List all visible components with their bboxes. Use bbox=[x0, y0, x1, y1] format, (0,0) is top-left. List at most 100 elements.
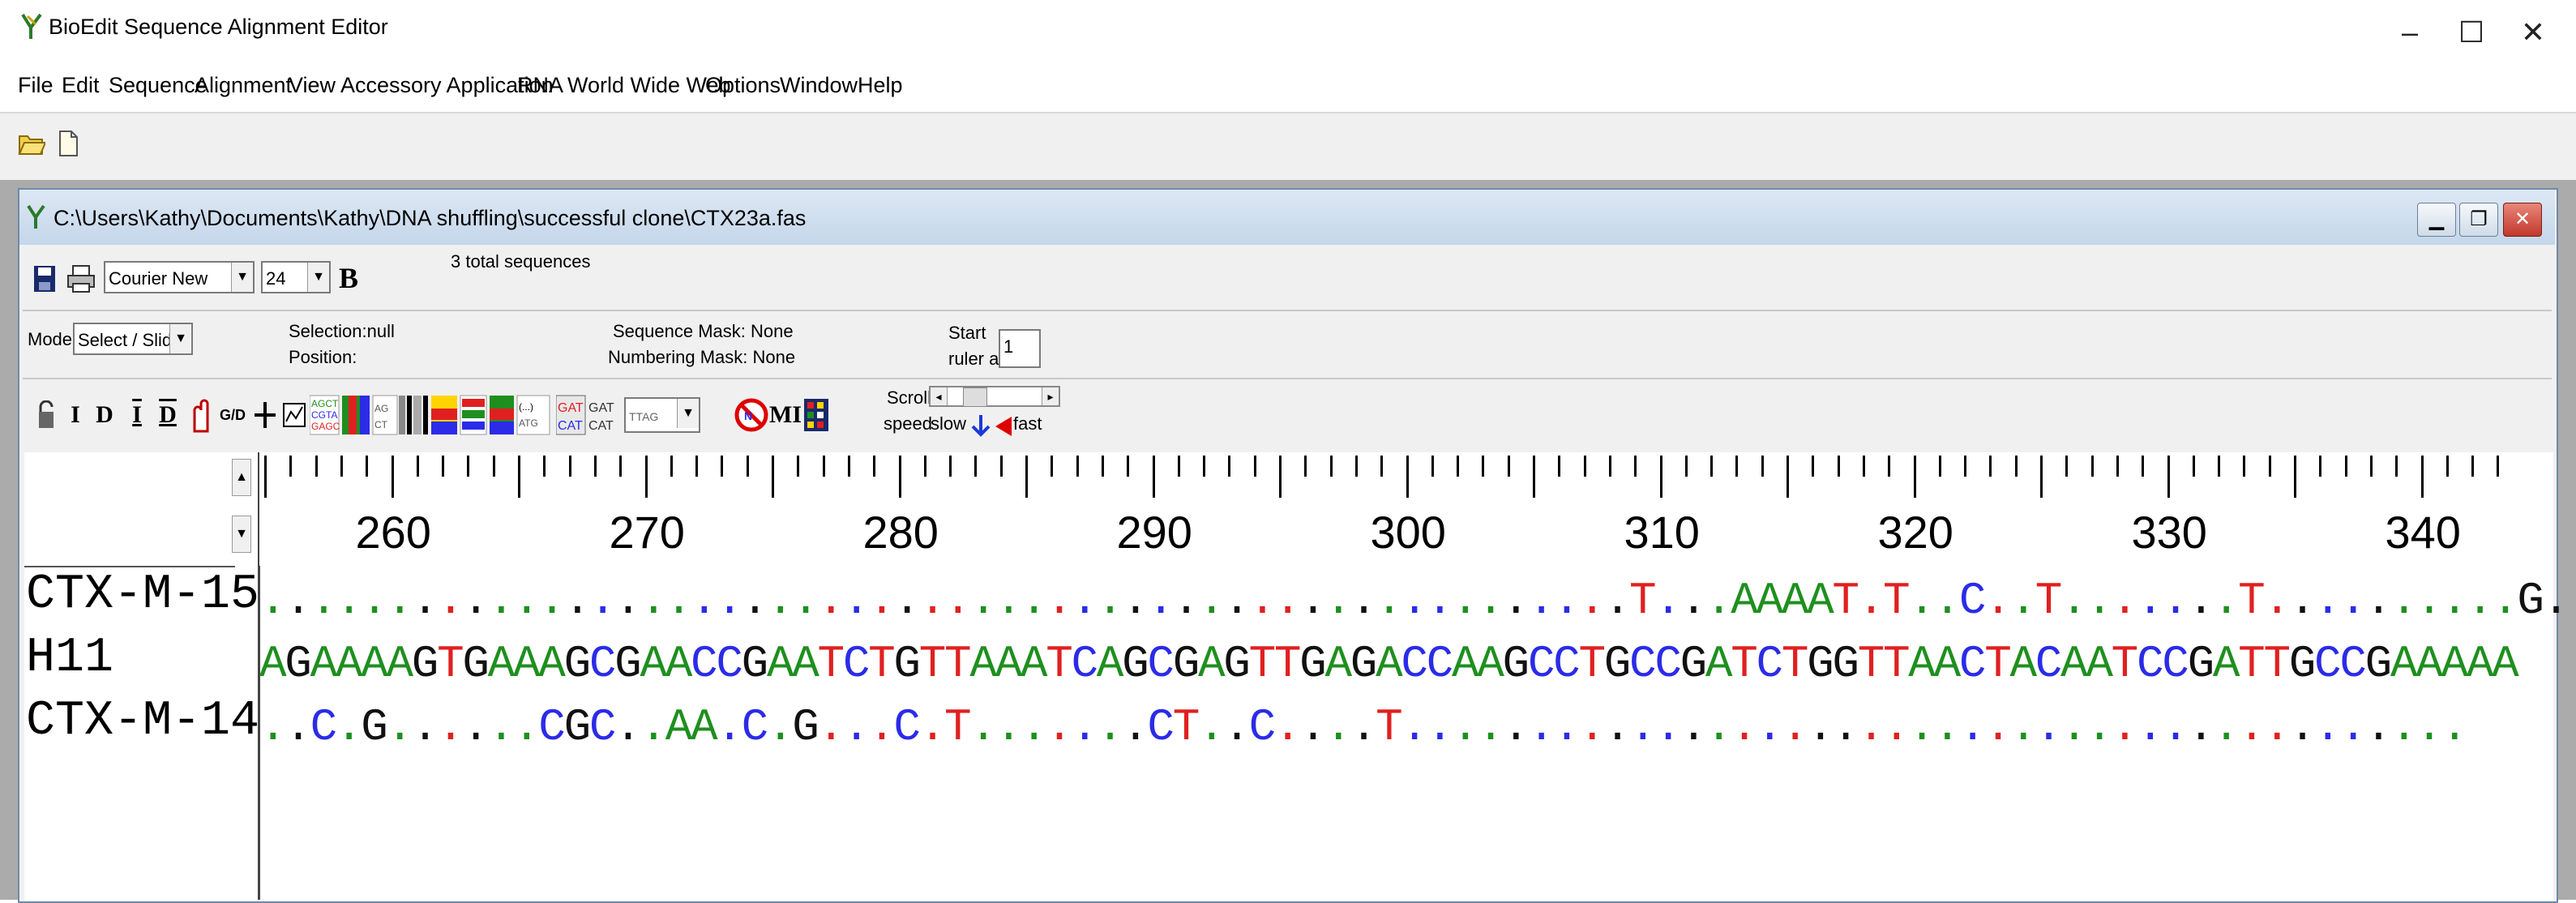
residue: . bbox=[995, 575, 1023, 627]
residue: T bbox=[2111, 638, 2139, 690]
residue: C bbox=[1147, 701, 1175, 753]
ruler-tick bbox=[1837, 456, 1840, 477]
color-scheme-icons[interactable]: AGCTCGTAGAGC AGCT (...)ATG bbox=[310, 394, 553, 436]
residue: . bbox=[2288, 575, 2317, 627]
menu-window[interactable]: Window bbox=[780, 73, 858, 98]
ruler-tick bbox=[923, 456, 926, 477]
residue: G bbox=[614, 638, 642, 690]
matrix-plot-icon[interactable] bbox=[802, 397, 830, 433]
menu-edit[interactable]: Edit bbox=[62, 73, 100, 98]
cursor-crosshair-icon[interactable] bbox=[253, 400, 277, 430]
child-minimize-button[interactable]: ▁ bbox=[2417, 203, 2456, 237]
ruler-tick bbox=[1457, 456, 1460, 477]
scroll-speed-thumb[interactable] bbox=[963, 387, 987, 407]
delete-gap-column-button[interactable]: D bbox=[156, 392, 180, 438]
ruler-tick bbox=[1659, 456, 1662, 498]
menu-view[interactable]: View bbox=[289, 73, 336, 98]
ruler-tick bbox=[822, 456, 825, 477]
residue: . bbox=[1122, 701, 1149, 753]
residue: . bbox=[1273, 575, 1302, 627]
close-button[interactable]: ✕ bbox=[2497, 8, 2570, 57]
scroll-speed-slider[interactable]: ◂ ▸ bbox=[929, 386, 1060, 407]
font-name-select[interactable]: Courier New ▼ bbox=[104, 261, 255, 293]
new-document-icon[interactable] bbox=[57, 130, 79, 157]
sequence-name[interactable]: CTX-M-15 bbox=[26, 567, 259, 623]
lock-icon[interactable] bbox=[37, 400, 55, 430]
sequence-row[interactable]: ..C.G......CGC..AA.C.G...C.T.......CT..C… bbox=[259, 697, 2468, 757]
ruler-tick bbox=[2319, 456, 2322, 477]
print-icon[interactable] bbox=[66, 264, 96, 293]
child-close-button[interactable]: ✕ bbox=[2503, 203, 2542, 237]
residue: . bbox=[1223, 575, 1251, 627]
residue: . bbox=[2390, 575, 2418, 627]
residue: . bbox=[1857, 575, 1885, 627]
ruler-tick bbox=[1608, 456, 1611, 477]
mode-select[interactable]: Select / Slide ▼ bbox=[73, 323, 193, 355]
child-restore-button[interactable]: ❐ bbox=[2459, 203, 2498, 237]
ruler-tick bbox=[2090, 456, 2094, 477]
menu-options[interactable]: Options bbox=[705, 73, 781, 98]
residue: . bbox=[1705, 575, 1733, 627]
sequence-row[interactable]: ........................................… bbox=[259, 571, 2576, 631]
menu-sequence[interactable]: Sequence bbox=[109, 73, 208, 98]
residue: C bbox=[588, 638, 617, 690]
residue: . bbox=[665, 575, 693, 627]
residue: . bbox=[2314, 701, 2342, 753]
menu-alignment[interactable]: Alignment bbox=[195, 73, 292, 98]
residue: . bbox=[918, 575, 947, 627]
name-scroll-down-button[interactable]: ▼ bbox=[232, 516, 251, 553]
svg-text:GAGC: GAGC bbox=[311, 421, 340, 432]
ruler-tick bbox=[1989, 456, 1992, 477]
residue: G bbox=[2364, 638, 2393, 690]
no-entry-icon[interactable]: N bbox=[734, 396, 768, 434]
svg-text:AG: AG bbox=[374, 403, 388, 414]
residue: . bbox=[1071, 701, 1099, 753]
hand-slide-icon[interactable] bbox=[190, 397, 212, 433]
insert-toggle[interactable]: I bbox=[65, 392, 86, 438]
menu-file[interactable]: File bbox=[18, 73, 53, 98]
residue: . bbox=[1197, 575, 1226, 627]
ruler-tick bbox=[1253, 456, 1256, 477]
scroll-down-arrow-icon[interactable] bbox=[969, 413, 992, 438]
residue: . bbox=[310, 575, 338, 627]
residue: G bbox=[2187, 638, 2215, 690]
delete-toggle[interactable]: D bbox=[92, 392, 117, 438]
scroll-left-arrow-icon[interactable] bbox=[992, 413, 1015, 438]
residue: . bbox=[1654, 575, 1682, 627]
residue: . bbox=[1603, 575, 1632, 627]
ruler-tick bbox=[898, 456, 901, 498]
residue: . bbox=[766, 701, 794, 753]
display-mode-select[interactable]: TTAG ▼ bbox=[624, 397, 700, 433]
residue: . bbox=[1553, 701, 1581, 753]
sequence-name[interactable]: CTX-M-14 bbox=[26, 694, 259, 749]
menu-help[interactable]: Help bbox=[858, 73, 903, 98]
residue: A bbox=[1477, 638, 1504, 690]
save-icon[interactable] bbox=[32, 264, 57, 293]
ruler-tick bbox=[518, 456, 520, 498]
ruler-tick bbox=[2192, 456, 2195, 477]
residue: . bbox=[2111, 701, 2139, 753]
consensus-display-icons[interactable]: GAT CAT GAT CAT bbox=[556, 394, 621, 436]
menu-rna[interactable]: RNA bbox=[517, 73, 563, 98]
sequence-name[interactable]: H11 bbox=[26, 631, 113, 686]
name-scroll-up-button[interactable]: ▲ bbox=[232, 459, 251, 496]
sequence-row[interactable]: AGAAAAGTGAAAGCGAACCGAATCTGTTAAATCAGCGAGT… bbox=[259, 634, 2519, 694]
open-folder-icon[interactable] bbox=[18, 131, 45, 156]
ruler-start-input[interactable]: 1 bbox=[999, 329, 1041, 368]
residue: T bbox=[2263, 638, 2291, 690]
residue: . bbox=[1705, 701, 1733, 753]
residue: G bbox=[1172, 638, 1200, 690]
graph-icon[interactable] bbox=[282, 400, 306, 430]
residue: T bbox=[1731, 638, 1758, 690]
residue: C bbox=[588, 701, 617, 753]
gap-toggle[interactable]: G/D bbox=[216, 392, 250, 438]
residue: C bbox=[1147, 638, 1175, 690]
font-size-select[interactable]: 24 ▼ bbox=[261, 261, 331, 293]
ruler-tick bbox=[1329, 456, 1333, 477]
mutual-information-button[interactable]: MI bbox=[768, 392, 802, 438]
residue: . bbox=[1807, 701, 1834, 753]
insert-gap-column-button[interactable]: I bbox=[125, 392, 149, 438]
residue: . bbox=[868, 575, 896, 627]
bold-toggle[interactable]: B bbox=[339, 261, 358, 295]
residue: A bbox=[2416, 638, 2443, 690]
